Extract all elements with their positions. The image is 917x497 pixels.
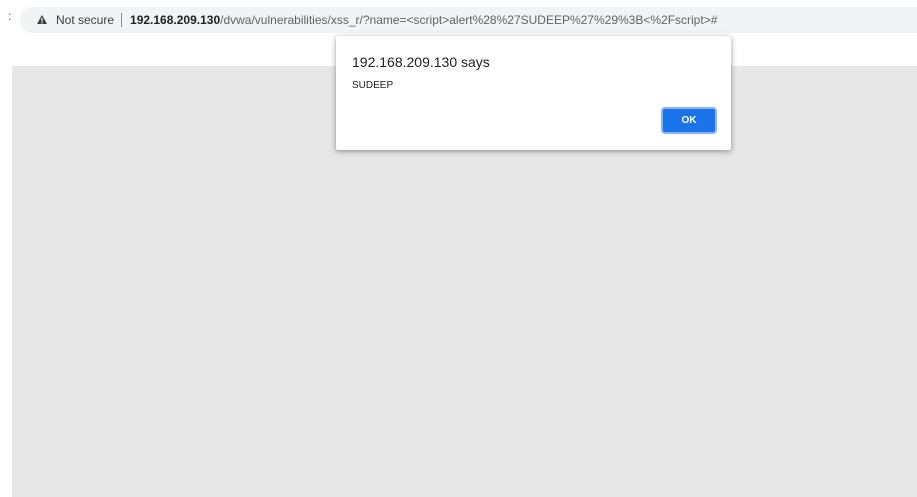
url-path[interactable]: /dvwa/vulnerabilities/xss_r/?name=<scrip… <box>220 13 717 27</box>
dialog-title: 192.168.209.130 says <box>352 54 490 70</box>
dialog-actions: OK <box>661 107 717 134</box>
url-host[interactable]: 192.168.209.130 <box>130 13 220 27</box>
address-separator <box>121 13 123 27</box>
warning-icon[interactable] <box>36 14 48 26</box>
alert-dialog: 192.168.209.130 says SUDEEP OK <box>336 36 731 150</box>
toolbar-marker: : <box>8 9 12 23</box>
dialog-message: SUDEEP <box>352 80 394 91</box>
ok-button[interactable]: OK <box>661 107 717 134</box>
security-status-label[interactable]: Not secure <box>56 13 114 27</box>
address-bar[interactable]: Not secure 192.168.209.130 /dvwa/vulnera… <box>20 7 917 33</box>
